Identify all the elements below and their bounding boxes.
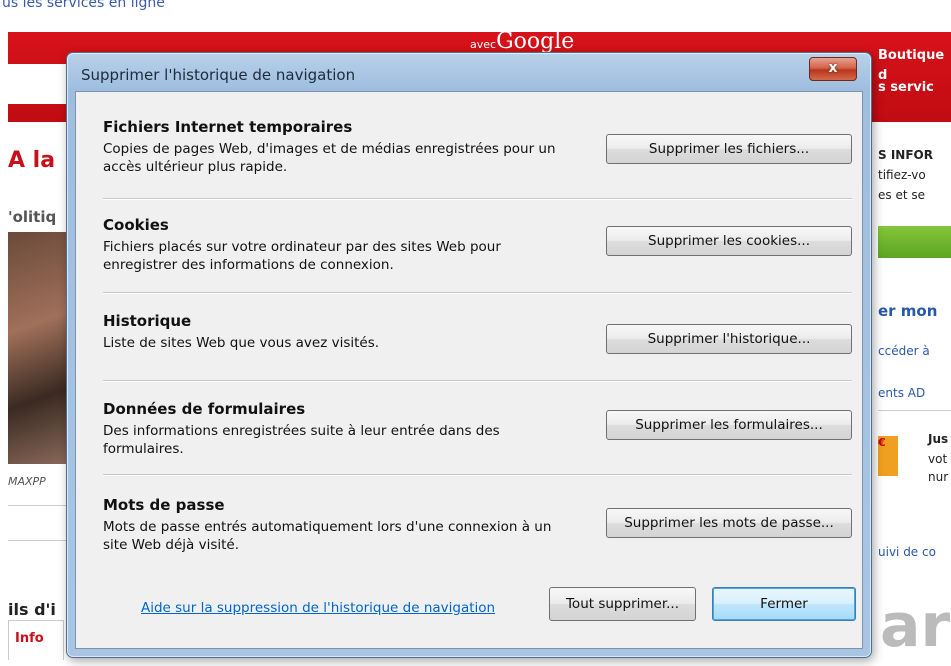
- delete-history-dialog: Supprimer l'historique de navigation x F…: [66, 52, 872, 658]
- section-title: Mots de passe: [103, 496, 225, 514]
- background-promo-badge[interactable]: €: [878, 436, 898, 476]
- google-logo-text: Google: [496, 29, 575, 54]
- section-title: Données de formulaires: [103, 400, 306, 418]
- delete-cookies-button[interactable]: Supprimer les cookies...: [606, 226, 852, 256]
- divider: [103, 380, 852, 382]
- background-promo-line: nur: [928, 470, 949, 484]
- background-divider: [878, 410, 951, 411]
- background-header-notch: [8, 64, 68, 104]
- delete-files-button[interactable]: Supprimer les fichiers...: [606, 134, 852, 164]
- background-suivi-link[interactable]: uivi de co: [878, 545, 936, 559]
- background-section-heading: ils d'i: [8, 600, 56, 619]
- background-divider: [8, 505, 70, 506]
- section-description: Liste de sites Web que vous avez visités…: [103, 335, 380, 351]
- background-info-tab[interactable]: Info: [8, 620, 64, 660]
- background-promo-line: vot: [928, 452, 948, 466]
- dialog-title: Supprimer l'historique de navigation: [81, 66, 356, 84]
- delete-passwords-button[interactable]: Supprimer les mots de passe...: [606, 508, 852, 538]
- divider: [103, 198, 852, 200]
- background-category[interactable]: 'olitiq: [8, 208, 56, 226]
- delete-all-button[interactable]: Tout supprimer...: [549, 587, 696, 621]
- section-description: Des informations enregistrées suite à le…: [103, 423, 500, 457]
- section-title: Fichiers Internet temporaires: [103, 118, 353, 136]
- background-promo-title[interactable]: Jus: [928, 432, 948, 446]
- section-description: Mots de passe entrés automatiquement lor…: [103, 519, 552, 553]
- background-headline[interactable]: A la: [8, 148, 55, 173]
- background-green-button[interactable]: [878, 226, 951, 258]
- google-prefix: avec: [470, 38, 497, 51]
- background-news-photo[interactable]: [8, 232, 70, 464]
- background-infos-heading: S INFOR: [878, 148, 933, 162]
- background-access-link[interactable]: ccéder à: [878, 344, 930, 358]
- background-adsl-link[interactable]: ents AD: [878, 386, 925, 400]
- background-logo-fragment: ar: [880, 591, 951, 661]
- background-divider: [8, 540, 70, 541]
- background-notif-text: tifiez-vo: [878, 168, 926, 182]
- background-account-heading[interactable]: er mon: [878, 302, 937, 320]
- background-services-link[interactable]: s servic: [878, 80, 934, 95]
- delete-history-button[interactable]: Supprimer l'historique...: [606, 324, 852, 354]
- background-photo-credit: MAXPP: [8, 475, 46, 488]
- help-link[interactable]: Aide sur la suppression de l'historique …: [141, 600, 495, 616]
- close-button[interactable]: Fermer: [712, 587, 856, 621]
- close-icon[interactable]: x: [809, 57, 857, 81]
- background-services-text: es et se: [878, 188, 925, 202]
- section-title: Historique: [103, 312, 192, 330]
- dialog-body: Fichiers Internet temporaires Copies de …: [75, 91, 863, 649]
- divider: [103, 474, 852, 476]
- section-description: Fichiers placés sur votre ordinateur par…: [103, 239, 501, 273]
- section-title: Cookies: [103, 216, 169, 234]
- divider: [103, 292, 852, 294]
- background-top-link[interactable]: us les services en ligne: [0, 0, 951, 28]
- section-description: Copies de pages Web, d'images et de médi…: [103, 141, 556, 175]
- delete-forms-button[interactable]: Supprimer les formulaires...: [606, 410, 852, 440]
